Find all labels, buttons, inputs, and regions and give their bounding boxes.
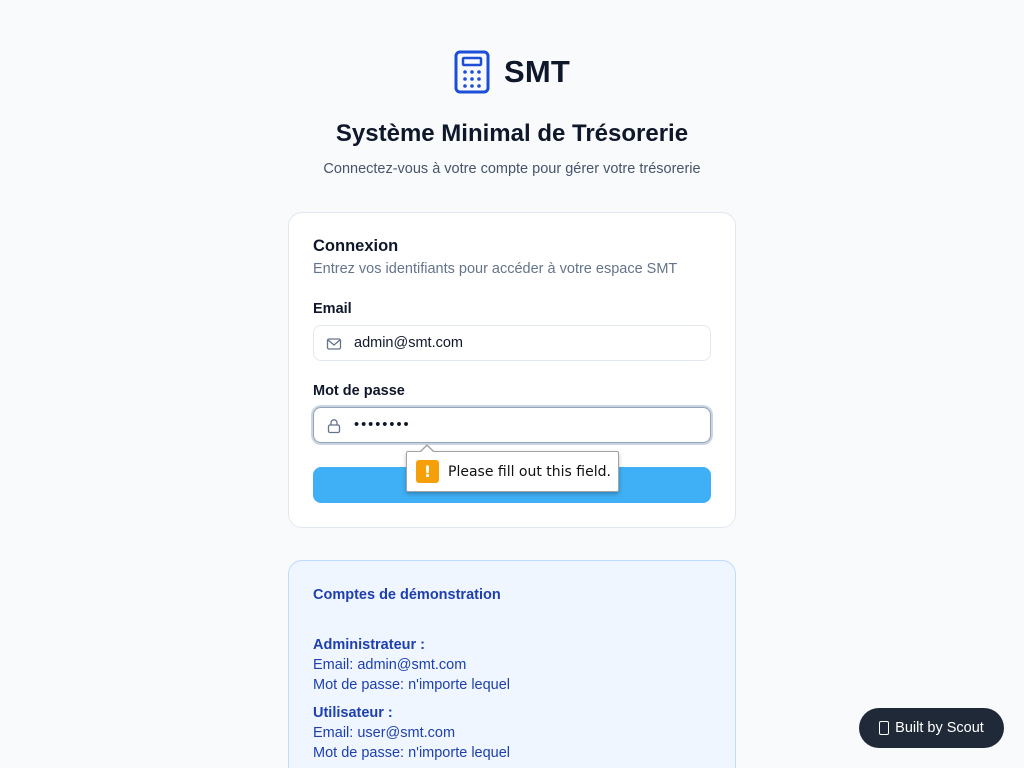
- password-input[interactable]: [354, 408, 704, 442]
- demo-account-admin: Administrateur : Email: admin@smt.com Mo…: [313, 635, 510, 695]
- mail-icon: [326, 338, 342, 350]
- built-by-scout-badge[interactable]: Built by Scout: [859, 708, 1004, 748]
- password-label: Mot de passe: [313, 383, 405, 399]
- demo-account-role: Administrateur :: [313, 637, 425, 653]
- demo-account-password: Mot de passe: n'importe lequel: [313, 745, 511, 761]
- validation-tooltip: ! Please fill out this field.: [406, 444, 619, 492]
- password-field-wrapper: [313, 407, 711, 443]
- brand-name: SMT: [503, 54, 571, 89]
- lock-icon: [327, 419, 341, 434]
- email-label: Email: [313, 301, 352, 317]
- demo-title: Comptes de démonstration: [313, 587, 501, 603]
- email-field-wrapper: [313, 325, 711, 361]
- demo-account-email: Email: user@smt.com: [313, 725, 456, 741]
- page-title: Système Minimal de Trésorerie: [335, 120, 689, 147]
- login-description: Entrez vos identifiants pour accéder à v…: [313, 261, 678, 277]
- scout-icon: [879, 721, 890, 735]
- demo-account-password: Mot de passe: n'importe lequel: [313, 677, 511, 693]
- validation-message: Please fill out this field.: [448, 463, 611, 480]
- page-subtitle: Connectez-vous à votre compte pour gérer…: [323, 161, 701, 177]
- warning-icon: !: [416, 460, 439, 483]
- brand-header: SMT: [0, 50, 1024, 94]
- calculator-icon: [454, 50, 490, 94]
- demo-accounts-panel: Comptes de démonstration Administrateur …: [288, 560, 736, 768]
- login-page: SMT Système Minimal de Trésorerie Connec…: [0, 0, 1024, 768]
- demo-account-user: Utilisateur : Email: user@smt.com Mot de…: [313, 703, 510, 763]
- login-title: Connexion: [313, 237, 399, 255]
- demo-account-email: Email: admin@smt.com: [313, 657, 467, 673]
- demo-account-role: Utilisateur :: [313, 705, 393, 721]
- email-input[interactable]: [354, 326, 704, 360]
- badge-label: Built by Scout: [895, 720, 984, 736]
